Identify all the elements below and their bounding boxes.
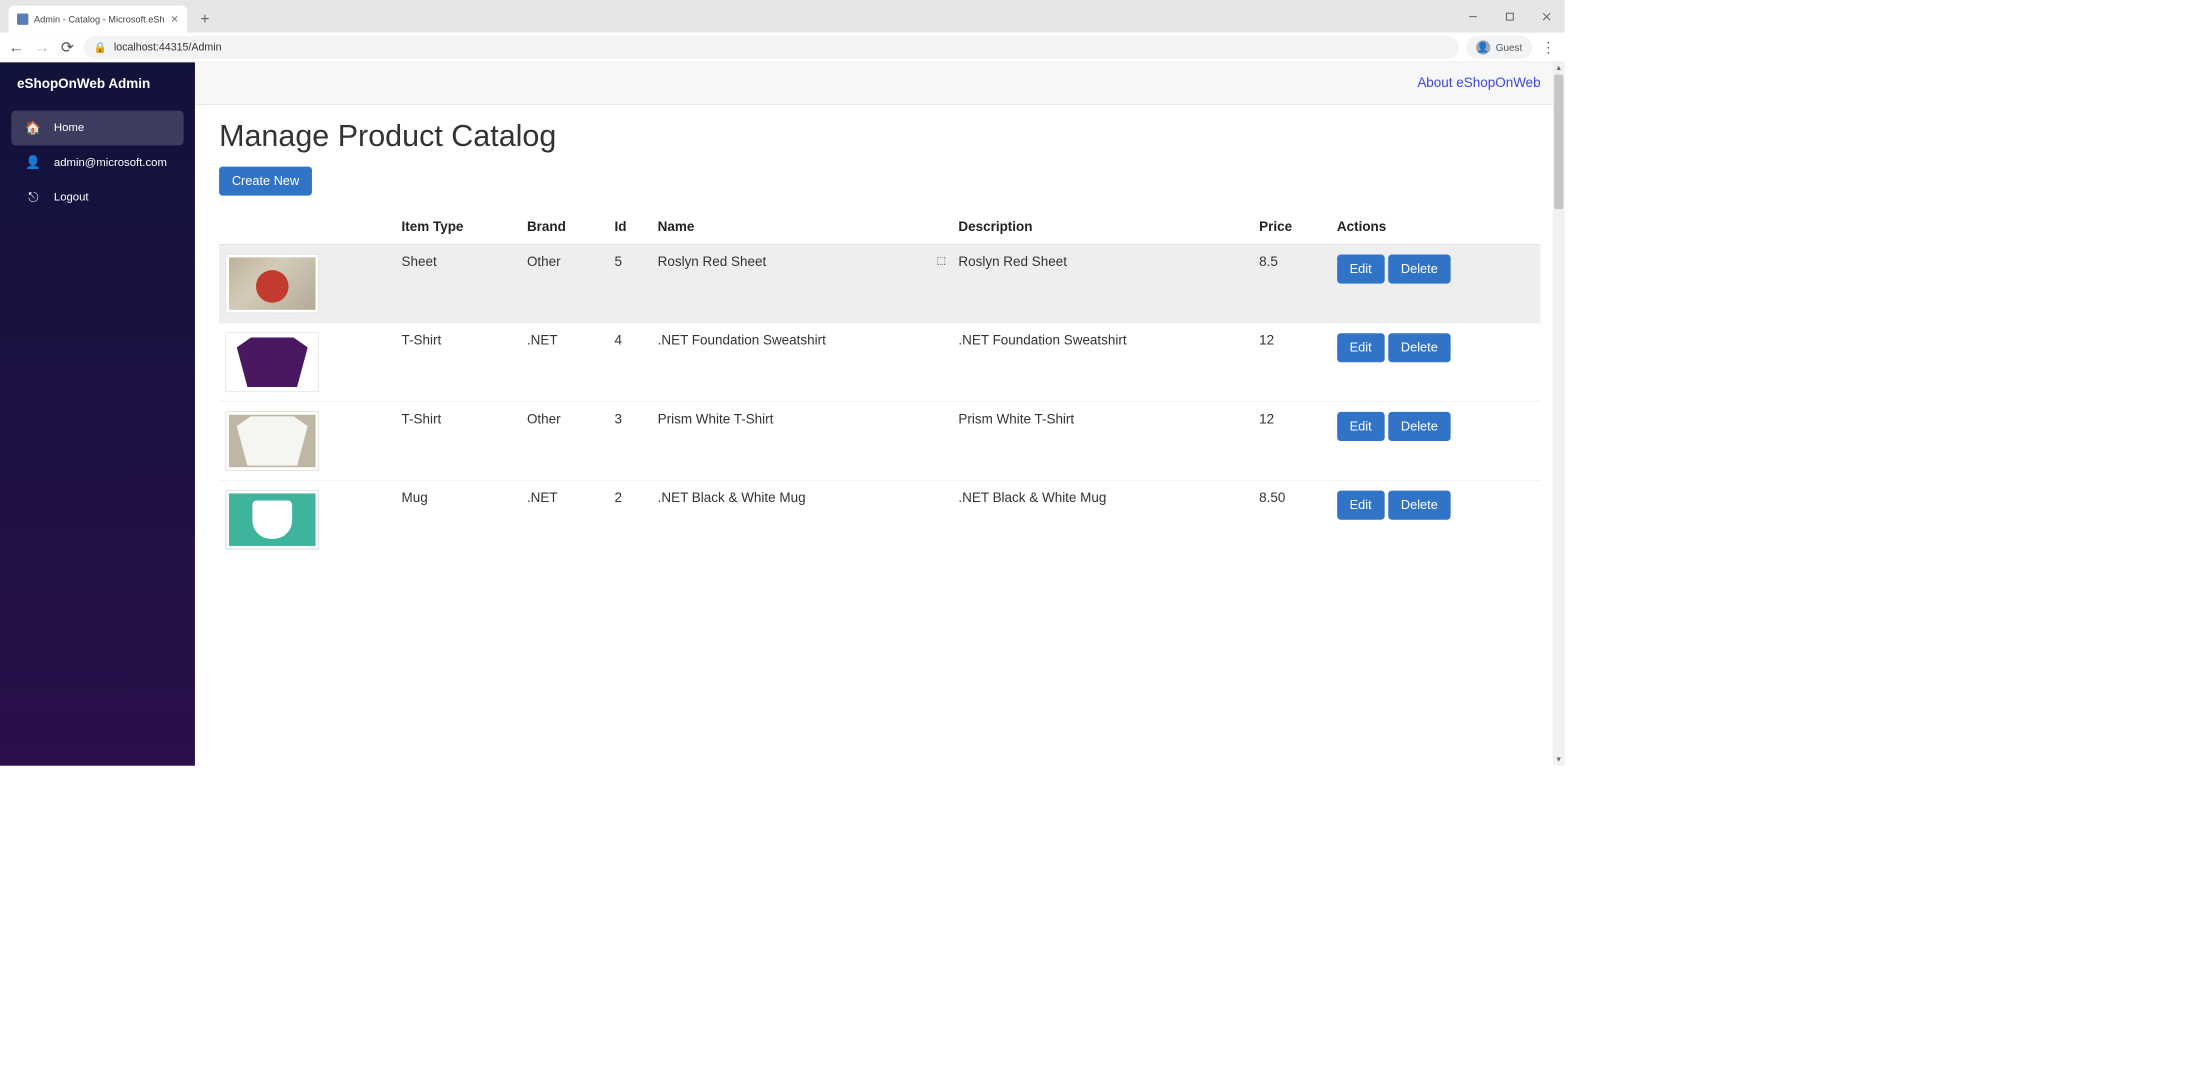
cell-actions: Edit Delete — [1330, 480, 1541, 558]
cell-price: 8.5 — [1252, 244, 1330, 323]
scroll-down-icon[interactable]: ▼ — [1553, 754, 1565, 766]
cell-brand: Other — [520, 244, 608, 323]
edit-button[interactable]: Edit — [1337, 491, 1385, 520]
cell-price: 8.50 — [1252, 480, 1330, 558]
tab-favicon — [17, 13, 28, 24]
cell-brand: .NET — [520, 323, 608, 402]
delete-button[interactable]: Delete — [1388, 333, 1450, 362]
edit-button[interactable]: Edit — [1337, 412, 1385, 441]
user-icon: 👤 — [26, 155, 42, 170]
sidebar-brand: eShopOnWeb Admin — [0, 77, 195, 111]
edit-button[interactable]: Edit — [1337, 333, 1385, 362]
sidebar-item-label: admin@microsoft.com — [54, 156, 167, 169]
cell-actions: Edit Delete — [1330, 323, 1541, 402]
cell-description: Prism White T-Shirt — [951, 402, 1252, 481]
address-bar[interactable]: 🔒 localhost:44315/Admin — [84, 36, 1459, 59]
window-minimize-icon[interactable] — [1454, 0, 1491, 33]
main: About eShopOnWeb Manage Product Catalog … — [195, 62, 1565, 765]
cell-id: 3 — [607, 402, 650, 481]
product-thumb — [226, 255, 318, 313]
th-brand: Brand — [520, 211, 608, 244]
cell-brand: .NET — [520, 480, 608, 558]
browser-titlebar: Admin - Catalog - Microsoft.eSh ✕ + — [0, 0, 1565, 33]
cell-description: Roslyn Red Sheet — [951, 244, 1252, 323]
page: eShopOnWeb Admin 🏠 Home 👤 admin@microsof… — [0, 62, 1565, 765]
cell-description: .NET Foundation Sweatshirt — [951, 323, 1252, 402]
vertical-scrollbar[interactable]: ▲ ▼ — [1553, 62, 1565, 765]
cell-price: 12 — [1252, 402, 1330, 481]
browser-menu-icon[interactable]: ⋮ — [1539, 38, 1557, 56]
new-tab-button[interactable]: + — [194, 9, 215, 30]
table-row[interactable]: T-ShirtOther3Prism White T-ShirtPrism Wh… — [219, 402, 1541, 481]
home-icon: 🏠 — [26, 121, 42, 136]
cell-name: Roslyn Red Sheet — [651, 244, 952, 323]
th-description: Description — [951, 211, 1252, 244]
cell-item-type: Mug — [394, 480, 519, 558]
delete-button[interactable]: Delete — [1388, 412, 1450, 441]
sidebar-item-user[interactable]: 👤 admin@microsoft.com — [11, 145, 183, 180]
logout-icon: ⎋ — [26, 190, 42, 205]
nav-forward-icon[interactable]: → — [33, 38, 51, 56]
nav-back-icon[interactable]: ← — [7, 38, 25, 56]
tab-close-icon[interactable]: ✕ — [170, 13, 178, 25]
window-controls — [1454, 0, 1565, 33]
product-thumb — [226, 412, 318, 470]
edit-button[interactable]: Edit — [1337, 255, 1385, 284]
sidebar-item-label: Logout — [54, 191, 89, 204]
browser-toolbar: ← → ⟳ 🔒 localhost:44315/Admin 👤 Guest ⋮ — [0, 33, 1565, 63]
th-price: Price — [1252, 211, 1330, 244]
sidebar-item-logout[interactable]: ⎋ Logout — [11, 180, 183, 215]
window-close-icon[interactable] — [1528, 0, 1565, 33]
nav-reload-icon[interactable]: ⟳ — [58, 38, 76, 56]
delete-button[interactable]: Delete — [1388, 255, 1450, 284]
cell-item-type: T-Shirt — [394, 323, 519, 402]
cell-id: 4 — [607, 323, 650, 402]
th-name: Name — [651, 211, 952, 244]
url-text: localhost:44315/Admin — [114, 41, 222, 53]
page-title: Manage Product Catalog — [219, 119, 1541, 154]
th-actions: Actions — [1330, 211, 1541, 244]
table-row[interactable]: SheetOther5Roslyn Red SheetRoslyn Red Sh… — [219, 244, 1541, 323]
avatar-icon: 👤 — [1476, 40, 1490, 54]
sidebar-item-home[interactable]: 🏠 Home — [11, 111, 183, 146]
cell-actions: Edit Delete — [1330, 244, 1541, 323]
cell-name: .NET Black & White Mug — [651, 480, 952, 558]
profile-chip[interactable]: 👤 Guest — [1466, 36, 1532, 59]
cell-price: 12 — [1252, 323, 1330, 402]
topbar: About eShopOnWeb — [195, 62, 1565, 105]
scroll-up-icon[interactable]: ▲ — [1553, 62, 1565, 74]
cell-id: 5 — [607, 244, 650, 323]
cursor-icon: ⬚ — [937, 255, 946, 267]
about-link[interactable]: About eShopOnWeb — [1417, 76, 1540, 92]
create-new-button[interactable]: Create New — [219, 167, 312, 196]
table-row[interactable]: T-Shirt.NET4.NET Foundation Sweatshirt.N… — [219, 323, 1541, 402]
lock-icon: 🔒 — [94, 41, 107, 54]
cell-item-type: T-Shirt — [394, 402, 519, 481]
cell-actions: Edit Delete — [1330, 402, 1541, 481]
cell-description: .NET Black & White Mug — [951, 480, 1252, 558]
cell-name: Prism White T-Shirt — [651, 402, 952, 481]
cell-name: .NET Foundation Sweatshirt — [651, 323, 952, 402]
cell-item-type: Sheet — [394, 244, 519, 323]
table-row[interactable]: Mug.NET2.NET Black & White Mug.NET Black… — [219, 480, 1541, 558]
catalog-table: Item Type Brand Id Name Description Pric… — [219, 211, 1541, 558]
window-maximize-icon[interactable] — [1491, 0, 1528, 33]
product-thumb — [226, 333, 318, 391]
sidebar-item-label: Home — [54, 122, 84, 135]
tab-title: Admin - Catalog - Microsoft.eSh — [34, 14, 165, 25]
content: Manage Product Catalog Create New Item T… — [195, 105, 1565, 573]
cell-brand: Other — [520, 402, 608, 481]
cell-id: 2 — [607, 480, 650, 558]
browser-tab[interactable]: Admin - Catalog - Microsoft.eSh ✕ — [9, 6, 188, 33]
sidebar: eShopOnWeb Admin 🏠 Home 👤 admin@microsof… — [0, 62, 195, 765]
scroll-thumb[interactable] — [1554, 74, 1563, 209]
delete-button[interactable]: Delete — [1388, 491, 1450, 520]
th-item-type: Item Type — [394, 211, 519, 244]
product-thumb — [226, 491, 318, 549]
profile-label: Guest — [1496, 41, 1522, 52]
th-id: Id — [607, 211, 650, 244]
th-image — [219, 211, 394, 244]
